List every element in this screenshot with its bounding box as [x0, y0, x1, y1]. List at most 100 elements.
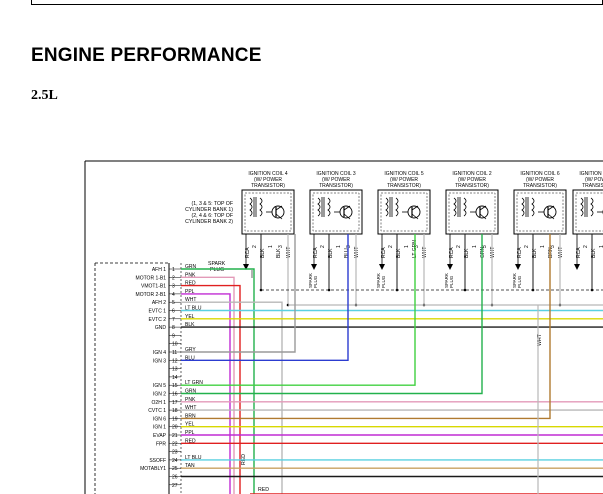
pin-wire-color: YEL: [185, 422, 195, 428]
coil-winding: [385, 197, 389, 217]
transistor-symbol: [407, 205, 421, 219]
plug-wire-label: RCA: [313, 247, 319, 258]
pin-wire-color: PPL: [185, 430, 195, 436]
pin-number: 17: [172, 400, 178, 406]
coil-subtitle: TRANSISTOR): [387, 183, 421, 189]
pin-number: 7: [172, 317, 175, 323]
coil-pin-number: 3: [278, 245, 284, 248]
coil-subtitle: TRANSISTOR): [523, 183, 557, 189]
ignition-coil: IGNITION COIL 6(W/ POWERTRANSISTOR)2 1 3RC…: [512, 171, 567, 307]
coil-pin-number: 2: [388, 245, 394, 248]
connector-pin: 14: [169, 375, 181, 381]
pin-wire-color: PNK: [185, 272, 196, 278]
connector-pin: 27: [169, 483, 181, 489]
pin-wire-color: BLK: [185, 322, 195, 328]
pin-number: 23: [172, 450, 178, 456]
pin-signal-label: AFH 1: [152, 267, 166, 273]
coil-winding: [395, 197, 399, 217]
pin-signal-label: O2H 1: [152, 400, 167, 406]
pin-signal-label: EVTC 2: [148, 317, 166, 323]
ignition-coil: IGNITION COIL 4(W/ POWERTRANSISTOR)2 1 3RC…: [241, 171, 295, 307]
pin-wire-color: WHT: [185, 405, 196, 411]
pin-wire-color: LT BLU: [185, 306, 202, 312]
pin-number: 10: [172, 342, 178, 348]
pin-number: 19: [172, 416, 178, 422]
wire-lt-grn: [181, 234, 416, 386]
pin-signal-label: IGN 2: [153, 392, 166, 398]
connector-pin: MOTABLY1 25 TAN: [140, 463, 195, 472]
pin-number: 13: [172, 367, 178, 373]
pin-signal-label: MOTOR 1-B1: [136, 275, 167, 281]
coil-pin-number: 1: [336, 245, 342, 248]
pin-number: 12: [172, 358, 178, 364]
pin-number: 3: [172, 284, 175, 290]
pin-number: 15: [172, 383, 178, 389]
pin-signal-label: MOTOR 2-B1: [136, 292, 167, 298]
spark-plug-label: PLUG: [313, 275, 318, 288]
pin-wire-color: TAN: [185, 463, 195, 469]
coil-winding: [590, 197, 594, 217]
spark-plug-arrow: [515, 264, 521, 270]
coil-wire-label: GRN: [480, 247, 486, 259]
pin-signal-label: EVTC 1: [148, 309, 166, 315]
ignition-coil: IGNITION COIL 1(W/ POWERTRANSISTOR)213RC…: [572, 171, 603, 292]
pin-number: 21: [172, 433, 178, 439]
pin-wire-color: RED: [185, 438, 196, 444]
spark-plug-label: PLUG: [210, 267, 224, 273]
pin-number: 14: [172, 375, 178, 381]
pin-number: 18: [172, 408, 178, 414]
plug-wire-label: RCA: [449, 247, 455, 258]
spark-plug-label: PLUG: [449, 275, 454, 288]
plug-wire-label: RCA: [381, 247, 387, 258]
connector-pin: 23: [169, 450, 181, 456]
transistor-symbol: [475, 205, 489, 219]
pin-signal-label: IGN 3: [153, 358, 166, 364]
pin-wire-color: GRY: [185, 347, 196, 353]
coil-winding: [249, 197, 253, 217]
pin-wire-color: RED: [185, 281, 196, 287]
splice-dot: [463, 288, 467, 292]
coil-wire-label: WHT: [558, 247, 564, 258]
coil-subtitle: TRANSISTOR): [319, 183, 353, 189]
coil-winding: [327, 197, 331, 217]
pin-wire-color: LT BLU: [185, 455, 202, 461]
connector-pin: GND 8 BLK: [155, 322, 195, 331]
pin-signal-label: AFH 2: [152, 300, 166, 306]
pin-signal-label: FPR: [156, 441, 166, 447]
pin-number: 2: [172, 275, 175, 281]
pin-wire-color: WHT: [185, 297, 196, 303]
pin-number: 26: [172, 475, 178, 481]
ignition-coil: IGNITION COIL 3(W/ POWERTRANSISTOR)2 1 3RC…: [308, 171, 363, 307]
coil-pin-number: 1: [599, 245, 603, 248]
pin-number: 8: [172, 325, 175, 331]
spark-plug-arrow: [311, 264, 317, 270]
spark-plug-label: PLUG: [381, 275, 386, 288]
connector-pin: 9: [169, 333, 181, 339]
coil-subtitle: TRANSISTOR): [251, 183, 285, 189]
coil-pin-number: 2: [524, 245, 530, 248]
transistor-collector: [479, 205, 487, 211]
wiring-diagram: (1, 3 & 5: TOP OF CYLINDER BANK 1) (2, 4…: [84, 160, 603, 494]
plug-wire-label: RCA: [576, 247, 582, 258]
transistor-collector: [275, 205, 283, 211]
pin-signal-label: VMOT1-B1: [141, 284, 166, 290]
coil-pin-number: 1: [540, 245, 546, 248]
pin-number: 4: [172, 292, 175, 298]
pin-signal-label: EVAP: [153, 433, 167, 439]
pin-number: 9: [172, 333, 175, 339]
transistor-collector: [343, 205, 351, 211]
coil-subtitle: TRANSISTOR): [455, 183, 489, 189]
coil-pin-number: 2: [252, 245, 258, 248]
pin-signal-label: MOTABLY1: [140, 466, 166, 472]
pin-number: 20: [172, 425, 178, 431]
bank-note-line: CYLINDER BANK 2): [185, 219, 233, 225]
coil-pin-number: 2: [456, 245, 462, 248]
pin-wire-color: PNK: [185, 397, 196, 403]
coil-winding: [521, 197, 525, 217]
coil-pin-number: 3: [346, 245, 352, 248]
coil-pin-number: 2: [583, 245, 589, 248]
pin-wire-color: LT GRN: [185, 380, 203, 386]
coil-pin-number: 1: [268, 245, 274, 248]
connector-pin: IGN 3 12 BLU: [153, 355, 195, 364]
coil-winding: [453, 197, 457, 217]
